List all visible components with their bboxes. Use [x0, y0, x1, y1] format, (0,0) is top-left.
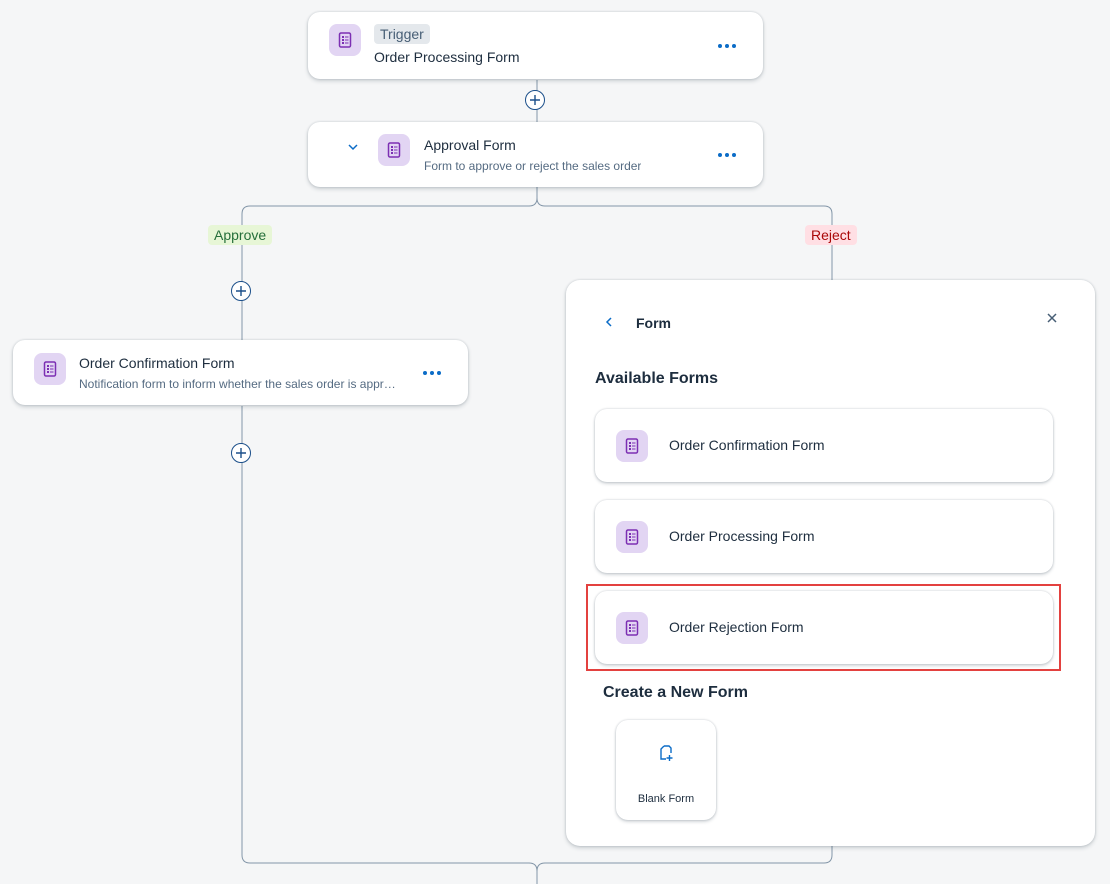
available-form-label: Order Confirmation Form — [669, 437, 825, 453]
approval-more-button[interactable] — [713, 145, 741, 165]
flow-canvas: Trigger Order Processing Form Approval F… — [0, 0, 1110, 884]
available-form-label: Order Processing Form — [669, 528, 815, 544]
trigger-more-button[interactable] — [713, 36, 741, 56]
trigger-tag: Trigger — [374, 24, 430, 44]
form-icon — [378, 134, 410, 166]
add-document-icon — [658, 744, 674, 762]
approval-subtitle: Form to approve or reject the sales orde… — [424, 159, 642, 173]
form-icon — [34, 353, 66, 385]
form-icon — [329, 24, 361, 56]
available-form-order-processing[interactable]: Order Processing Form — [595, 500, 1053, 573]
trigger-node-card[interactable]: Trigger Order Processing Form — [308, 12, 763, 79]
form-icon — [616, 521, 648, 553]
confirmation-more-button[interactable] — [418, 363, 446, 383]
blank-form-label: Blank Form — [637, 793, 695, 805]
available-form-order-confirmation[interactable]: Order Confirmation Form — [595, 409, 1053, 482]
approval-node-card[interactable]: Approval Form Form to approve or reject … — [308, 122, 763, 187]
add-step-button[interactable] — [525, 90, 545, 110]
approval-title: Approval Form — [424, 137, 516, 153]
confirmation-node-card[interactable]: Order Confirmation Form Notification for… — [13, 340, 468, 405]
add-step-button[interactable] — [231, 443, 251, 463]
reject-branch-label: Reject — [805, 225, 857, 245]
back-icon[interactable] — [602, 315, 618, 331]
confirmation-subtitle: Notification form to inform whether the … — [79, 377, 396, 391]
close-icon[interactable] — [1045, 311, 1061, 327]
panel-title: Form — [636, 315, 671, 331]
form-icon — [616, 430, 648, 462]
chevron-down-icon[interactable] — [346, 140, 362, 156]
add-step-button[interactable] — [231, 281, 251, 301]
form-picker-panel: Form Available Forms Order Confirmation … — [566, 280, 1095, 846]
confirmation-title: Order Confirmation Form — [79, 355, 235, 371]
available-forms-heading: Available Forms — [595, 370, 719, 387]
trigger-title: Order Processing Form — [374, 49, 520, 65]
selection-highlight — [586, 584, 1061, 671]
blank-form-button[interactable]: Blank Form — [616, 720, 716, 820]
create-new-form-heading: Create a New Form — [603, 684, 748, 701]
approve-branch-label: Approve — [208, 225, 273, 245]
